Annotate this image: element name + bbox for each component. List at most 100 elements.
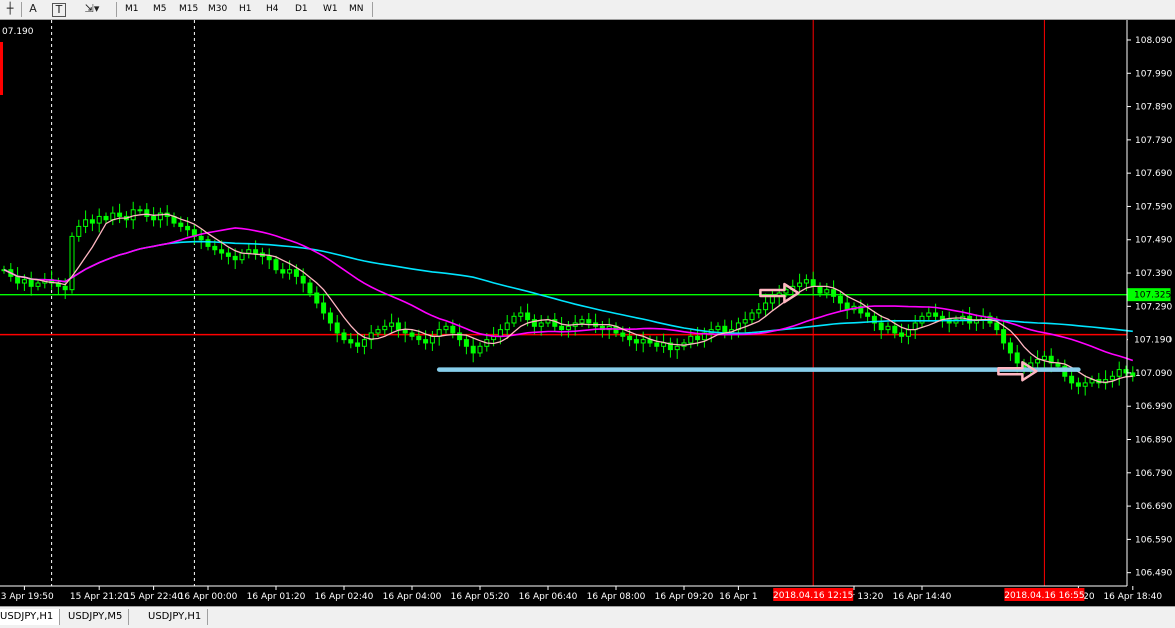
candle-body (348, 339, 354, 344)
candle-body (892, 325, 898, 334)
candle-body (831, 289, 837, 297)
candle-body (1082, 382, 1088, 387)
timeframe-m30[interactable]: M30 (205, 2, 230, 17)
x-tick-label: 16 Apr 05:20 (451, 592, 510, 602)
candle-body (185, 225, 191, 231)
candle-body (1014, 352, 1020, 364)
price-chart[interactable]: 108.090 107.990 107.890 107.790 107.690 107.5… (0, 20, 1175, 606)
candle-body (103, 215, 109, 221)
candle-body (797, 282, 803, 287)
candle-body (219, 249, 225, 254)
candle-body (232, 255, 238, 261)
candle-body (1041, 355, 1047, 361)
candle-body (769, 295, 775, 304)
candle-body (395, 322, 401, 331)
candle-body (117, 212, 123, 217)
candle-body (382, 325, 388, 331)
candle-body (375, 329, 381, 334)
candle-body (749, 312, 755, 321)
x-tick-label: 16 Apr 02:40 (315, 592, 374, 602)
candle-body (443, 325, 449, 331)
y-tick-label: 107.090 (1135, 369, 1172, 379)
y-tick-label: 107.790 (1135, 136, 1172, 146)
candle-body (511, 315, 517, 324)
candle-body (817, 285, 823, 294)
candle-body (1075, 382, 1081, 387)
candle-body (416, 335, 422, 341)
candle-body (899, 332, 905, 337)
candle-body (640, 339, 646, 344)
price-label-text: 107.190 (1134, 336, 1171, 346)
candle-body (246, 249, 252, 254)
y-tick-label: 108.090 (1135, 36, 1172, 46)
time-highlight-text: 2018.04.16 16:55 (1004, 591, 1084, 601)
candle-body (565, 325, 571, 331)
candle-body (198, 235, 204, 241)
candle-body (742, 319, 748, 324)
time-highlight-text: 2018.04.16 12:15 (773, 591, 853, 601)
chart-background (0, 20, 1175, 606)
candle-body (933, 312, 939, 317)
text-label-icon[interactable]: T (52, 3, 66, 17)
x-tick-label: 16 Apr 00:00 (179, 592, 238, 602)
candle-body (470, 345, 476, 354)
candle-body (287, 269, 293, 274)
timeframe-mn[interactable]: MN (346, 2, 367, 17)
tab-usdjpy-h1[interactable]: USDJPY,H1 (0, 609, 61, 625)
candle-body (334, 322, 340, 334)
candle-body (810, 279, 816, 287)
timeframe-m1[interactable]: M1 (122, 2, 142, 17)
candle-body (579, 319, 585, 324)
tab-usdjpy-m5[interactable]: USDJPY,M5 (62, 609, 130, 625)
timeframe-h4[interactable]: H4 (263, 2, 282, 17)
candle-body (409, 332, 415, 337)
toolbar-separator (372, 2, 373, 17)
y-tick-label: 106.790 (1135, 469, 1172, 479)
candle-body (280, 269, 286, 274)
timeframe-w1[interactable]: W1 (320, 2, 341, 17)
candle-body (212, 245, 218, 251)
y-tick-label: 106.490 (1135, 569, 1172, 579)
x-tick-label: 16 Apr 08:00 (587, 592, 646, 602)
candle-body (253, 249, 259, 254)
chart-tabs: USDJPY,H1 USDJPY,M5 USDJPY,H1 (0, 606, 1175, 628)
text-icon[interactable]: A (25, 1, 41, 17)
candle-body (402, 329, 408, 334)
candle-body (865, 312, 871, 317)
candle-body (661, 342, 667, 347)
candle-body (96, 215, 102, 224)
candle-body (722, 325, 728, 334)
arrows-icon[interactable]: ⇲▾ (80, 1, 104, 17)
candle-body (69, 235, 75, 291)
candle-body (905, 329, 911, 337)
candle-body (1035, 359, 1041, 364)
candle-body (327, 312, 333, 324)
x-tick-label: 16 Apr 18:40 (1103, 592, 1162, 602)
candle-body (477, 345, 483, 354)
candle-body (803, 279, 809, 284)
timeframe-h1[interactable]: H1 (236, 2, 255, 17)
crosshair-icon[interactable]: ┼ (2, 1, 18, 17)
candle-body (89, 219, 95, 224)
candle-body (919, 315, 925, 324)
price-label-text: 107.325 (1134, 291, 1171, 301)
candle-body (293, 269, 299, 277)
candle-body (178, 222, 184, 227)
toolbar-separator (116, 2, 117, 17)
y-tick-label: 107.990 (1135, 69, 1172, 79)
candle-body (266, 255, 272, 261)
y-tick-label: 107.590 (1135, 202, 1172, 212)
candle-body (878, 322, 884, 331)
candle-body (1069, 375, 1075, 384)
y-tick-label: 107.390 (1135, 269, 1172, 279)
timeframe-m15[interactable]: M15 (176, 2, 201, 17)
top-left-price: 07.190 (2, 27, 34, 37)
tab-usdjpy-h1-2[interactable]: USDJPY,H1 (142, 609, 209, 625)
candle-body (300, 275, 306, 284)
y-tick-label: 106.590 (1135, 535, 1172, 545)
y-tick-label: 107.490 (1135, 236, 1172, 246)
candle-body (633, 339, 639, 344)
candle-body (497, 329, 503, 337)
timeframe-m5[interactable]: M5 (150, 2, 170, 17)
timeframe-d1[interactable]: D1 (292, 2, 311, 17)
